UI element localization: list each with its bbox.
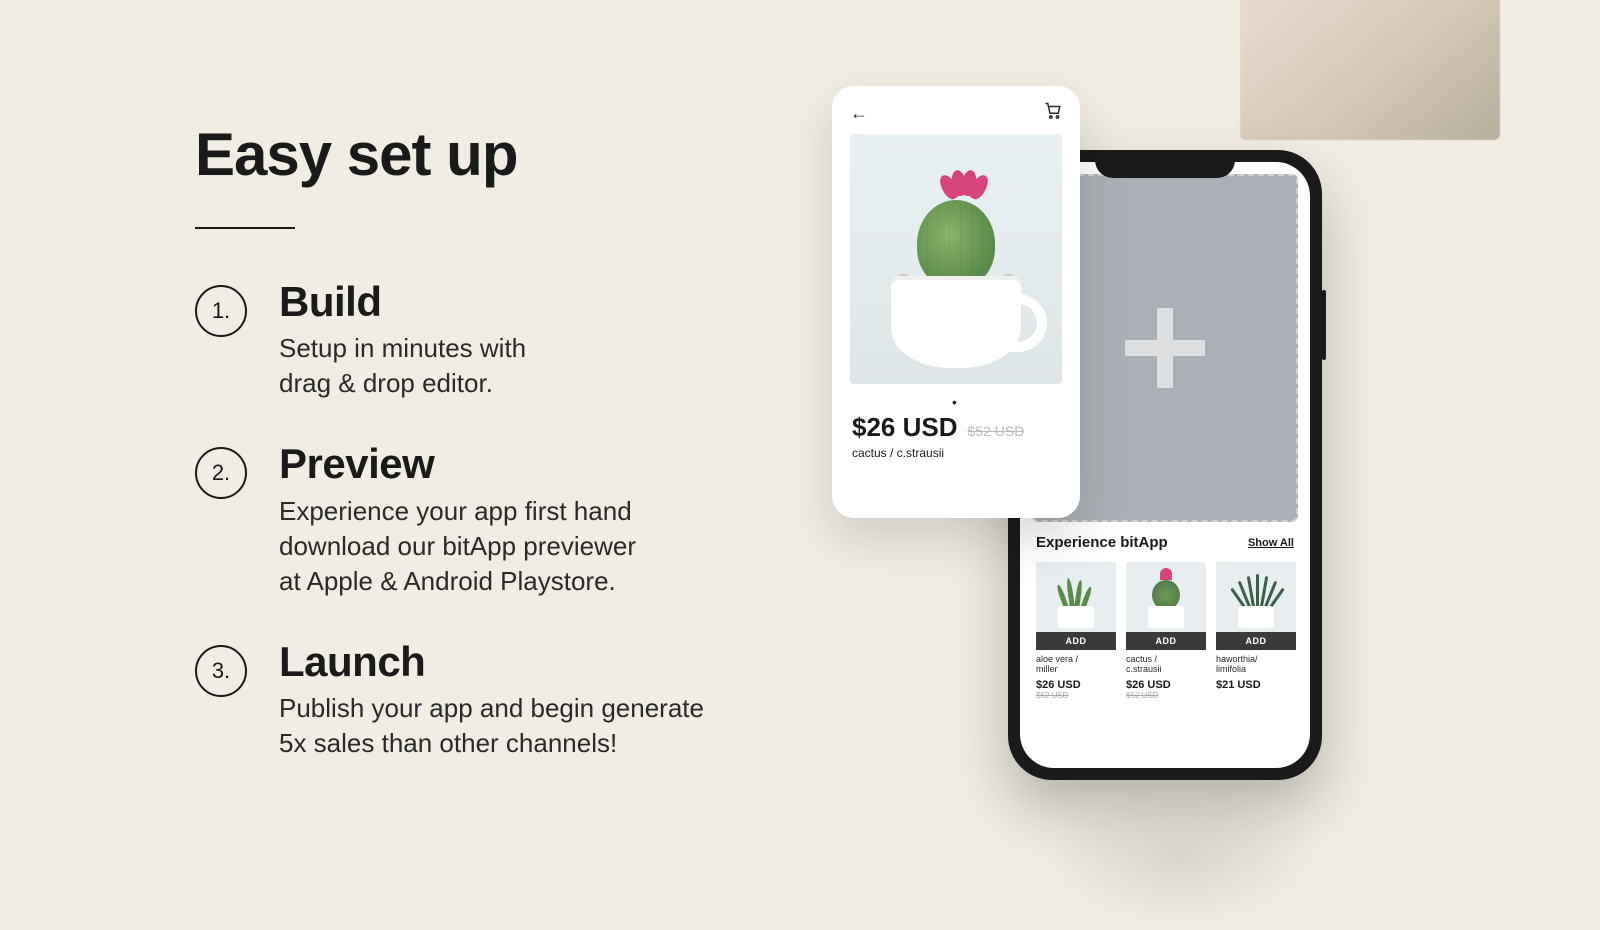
old-price: $52 USD bbox=[968, 423, 1025, 439]
product-price: $21 USD bbox=[1216, 679, 1296, 691]
step-desc: Publish your app and begin generate 5x s… bbox=[279, 691, 815, 761]
mug-illustration bbox=[891, 276, 1021, 368]
add-button[interactable]: ADD bbox=[1216, 632, 1296, 650]
step-number: 3. bbox=[195, 645, 247, 697]
pagination-dots: • bbox=[832, 394, 1080, 410]
product-name: cactus / c.strausii bbox=[852, 446, 944, 460]
mockup-area: Experience bitApp Show All ADD aloe vera… bbox=[820, 0, 1540, 900]
add-button[interactable]: ADD bbox=[1126, 632, 1206, 650]
product-card-mini[interactable]: ADD aloe vera / miller $26 USD $52 USD bbox=[1036, 562, 1116, 700]
step-number: 1. bbox=[195, 285, 247, 337]
back-arrow-icon[interactable]: ← bbox=[850, 103, 868, 124]
show-all-link[interactable]: Show All bbox=[1248, 537, 1294, 549]
background-photo bbox=[1240, 0, 1500, 140]
step-1: 1. Build Setup in minutes with drag & dr… bbox=[195, 279, 815, 401]
content-left: Easy set up 1. Build Setup in minutes wi… bbox=[195, 120, 815, 801]
product-name: haworthia/ limifolia bbox=[1216, 654, 1296, 675]
step-title: Preview bbox=[279, 441, 815, 487]
divider bbox=[195, 227, 295, 229]
product-name: aloe vera / miller bbox=[1036, 654, 1116, 675]
product-row: ADD aloe vera / miller $26 USD $52 USD A… bbox=[1036, 562, 1310, 700]
product-card-mini[interactable]: ADD haworthia/ limifolia $21 USD bbox=[1216, 562, 1296, 700]
product-detail-card: ← • $26 USD $52 USD cactus / c.strausii bbox=[832, 86, 1080, 518]
step-title: Build bbox=[279, 279, 815, 325]
product-price: $26 USD bbox=[1036, 679, 1116, 691]
phone-shadow bbox=[1040, 790, 1320, 930]
cart-icon[interactable] bbox=[1044, 102, 1062, 125]
product-oldprice: $52 USD bbox=[1036, 691, 1116, 700]
price: $26 USD bbox=[852, 412, 958, 443]
step-desc: Setup in minutes with drag & drop editor… bbox=[279, 331, 815, 401]
add-button[interactable]: ADD bbox=[1036, 632, 1116, 650]
step-number: 2. bbox=[195, 447, 247, 499]
product-price: $26 USD bbox=[1126, 679, 1206, 691]
step-3: 3. Launch Publish your app and begin gen… bbox=[195, 639, 815, 761]
section-title: Experience bitApp bbox=[1036, 534, 1168, 551]
product-card-mini[interactable]: ADD cactus / c.strausii $26 USD $52 USD bbox=[1126, 562, 1206, 700]
step-title: Launch bbox=[279, 639, 815, 685]
product-name: cactus / c.strausii bbox=[1126, 654, 1206, 675]
page-title: Easy set up bbox=[195, 120, 815, 189]
step-2: 2. Preview Experience your app first han… bbox=[195, 441, 815, 598]
product-image bbox=[850, 134, 1062, 384]
product-oldprice: $52 USD bbox=[1126, 691, 1206, 700]
step-desc: Experience your app first hand download … bbox=[279, 494, 815, 599]
plus-icon bbox=[1125, 308, 1205, 388]
